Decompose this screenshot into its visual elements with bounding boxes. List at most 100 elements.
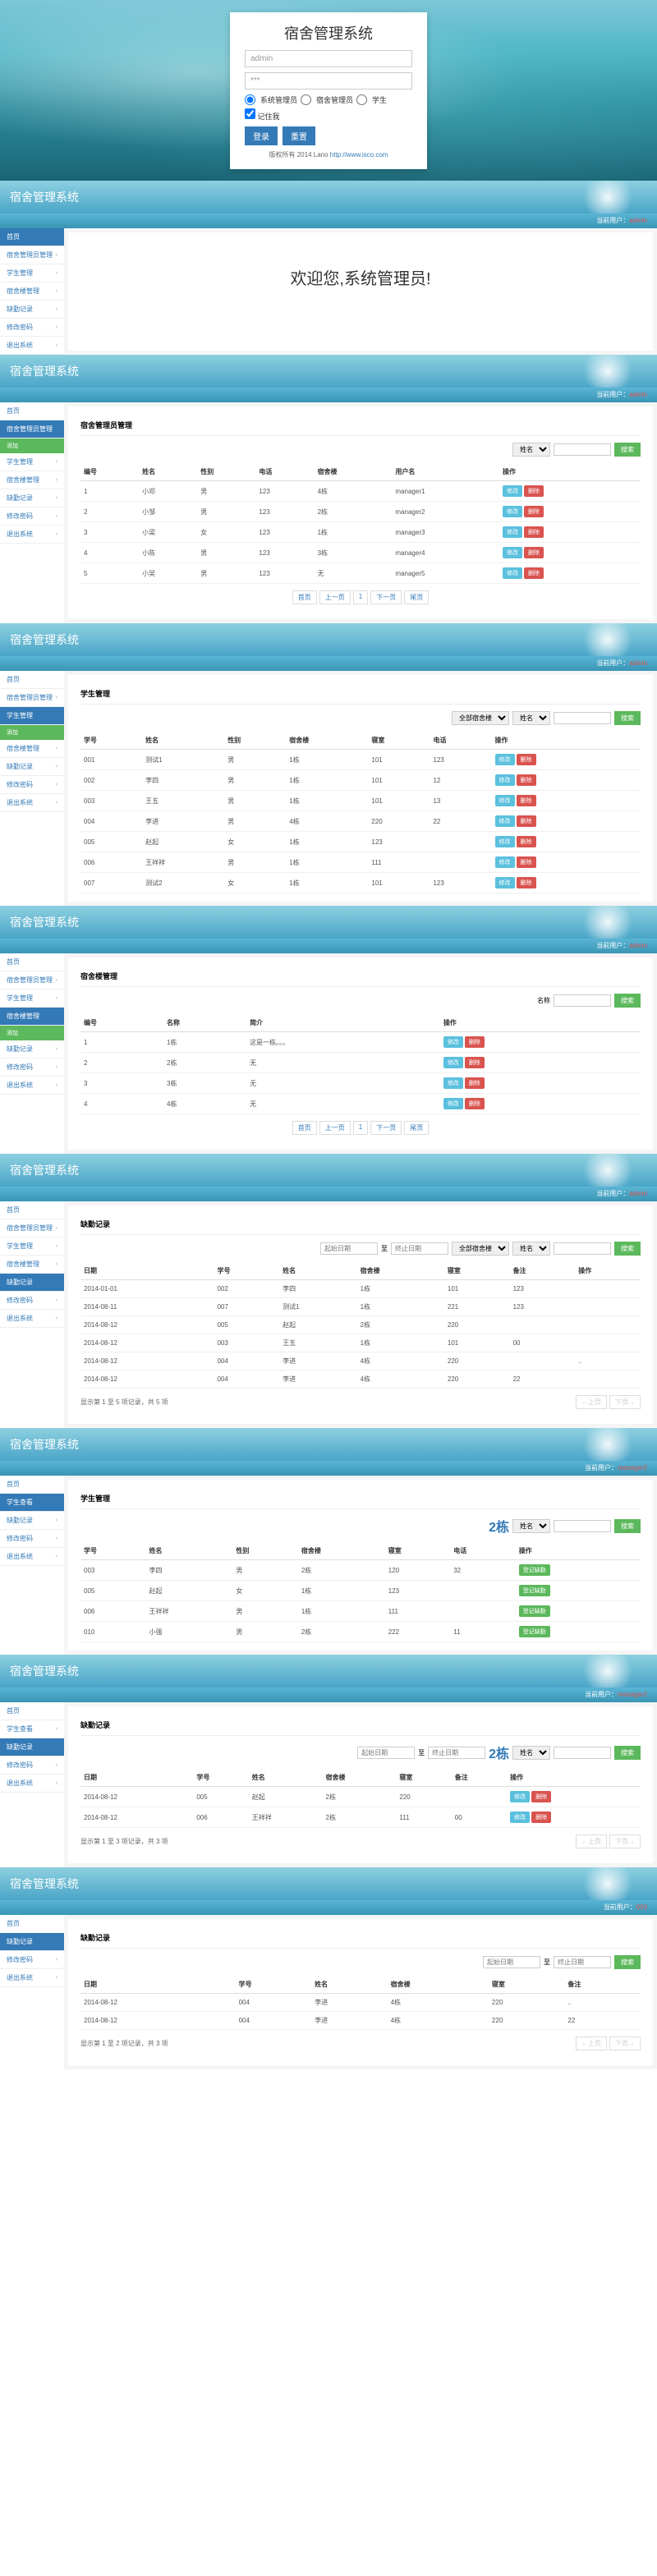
delete-button[interactable]: 删除 [531,1811,551,1823]
date-from-input[interactable] [483,1956,540,1968]
nav-dorm-admin[interactable]: 宿舍管理员管理› [0,971,64,990]
page-link[interactable]: 首页 [292,590,317,604]
nav-logout[interactable]: 退出系统› [0,1969,64,1987]
date-to-input[interactable] [391,1242,448,1255]
delete-button[interactable]: 删除 [517,877,536,889]
register-absence-button[interactable]: 登记缺勤 [519,1626,550,1637]
nav-absence[interactable]: 缺勤记录 [0,1933,64,1951]
nav-student-view[interactable]: 学生查看› [0,1720,64,1738]
search-button[interactable]: 搜索 [614,994,641,1008]
page-link[interactable]: 1 [353,590,368,604]
nav-home[interactable]: 首页 [0,1476,64,1494]
register-absence-button[interactable]: 登记缺勤 [519,1605,550,1617]
nav-dorm-admin[interactable]: 宿舍管理员管理› [0,246,64,264]
delete-button[interactable]: 删除 [524,506,544,517]
nav-home[interactable]: 首页 [0,1915,64,1933]
delete-button[interactable]: 删除 [517,774,536,786]
search-button[interactable]: 搜索 [614,1955,641,1969]
nav-logout[interactable]: 退出系统› [0,1548,64,1566]
nav-home[interactable]: 首页 [0,228,64,246]
filter-select[interactable]: 姓名 [512,711,550,725]
nav-building[interactable]: 宿舍楼管理› [0,1256,64,1274]
nav-password[interactable]: 修改密码› [0,1951,64,1969]
building-select[interactable]: 全部宿舍楼 [452,711,509,725]
page-link[interactable]: 1 [353,1121,368,1135]
role-student[interactable] [356,94,367,105]
delete-button[interactable]: 删除 [517,836,536,847]
edit-button[interactable]: 修改 [510,1791,530,1802]
delete-button[interactable]: 删除 [465,1057,485,1068]
search-button[interactable]: 搜索 [614,1519,641,1533]
nav-student[interactable]: 学生管理› [0,264,64,282]
nav-password[interactable]: 修改密码› [0,319,64,337]
building-select[interactable]: 全部宿舍楼 [452,1242,509,1256]
filter-input[interactable] [554,1242,611,1255]
register-absence-button[interactable]: 登记缺勤 [519,1564,550,1576]
filter-select[interactable]: 姓名 [512,1746,550,1760]
page-link[interactable]: 下一页 [370,1121,402,1135]
date-to-input[interactable] [428,1747,485,1759]
filter-input[interactable] [554,1520,611,1532]
nav-logout[interactable]: 退出系统› [0,794,64,812]
nav-home[interactable]: 首页 [0,953,64,971]
delete-button[interactable]: 删除 [531,1791,551,1802]
date-to-input[interactable] [554,1956,611,1968]
nav-dorm-admin[interactable]: 宿舍管理员管理› [0,689,64,707]
password-input[interactable] [245,72,412,90]
register-absence-button[interactable]: 登记缺勤 [519,1585,550,1596]
filter-input[interactable] [554,443,611,456]
search-button[interactable]: 搜索 [614,1242,641,1256]
edit-button[interactable]: 修改 [503,485,522,497]
edit-button[interactable]: 修改 [495,774,515,786]
delete-button[interactable]: 删除 [465,1077,485,1089]
nav-absence[interactable]: 缺勤记录› [0,301,64,319]
nav-dorm-admin[interactable]: 宿舍管理员管理› [0,1219,64,1237]
nav-logout[interactable]: 退出系统› [0,1077,64,1095]
nav-home[interactable]: 首页 [0,671,64,689]
nav-building[interactable]: 宿舍楼管理› [0,740,64,758]
nav-password[interactable]: 修改密码› [0,1756,64,1775]
nav-student-view[interactable]: 学生查看 [0,1494,64,1512]
filter-select[interactable]: 姓名 [512,1519,550,1533]
nav-add[interactable]: 添加 [0,439,64,453]
edit-button[interactable]: 修改 [495,795,515,806]
delete-button[interactable]: 删除 [465,1036,485,1048]
nav-home[interactable]: 首页 [0,1201,64,1219]
nav-logout[interactable]: 退出系统› [0,1775,64,1793]
delete-button[interactable]: 删除 [517,856,536,868]
prev-page[interactable]: ←上页 [576,1395,607,1409]
edit-button[interactable]: 修改 [495,815,515,827]
edit-button[interactable]: 修改 [495,754,515,765]
date-from-input[interactable] [320,1242,378,1255]
edit-button[interactable]: 修改 [443,1036,463,1048]
reset-button[interactable]: 重置 [283,126,315,145]
nav-add[interactable]: 添加 [0,1026,64,1040]
delete-button[interactable]: 删除 [517,815,536,827]
delete-button[interactable]: 删除 [465,1098,485,1109]
nav-building[interactable]: 宿舍楼管理› [0,471,64,489]
delete-button[interactable]: 删除 [524,485,544,497]
edit-button[interactable]: 修改 [443,1077,463,1089]
nav-student[interactable]: 学生管理› [0,453,64,471]
nav-home[interactable]: 首页 [0,1702,64,1720]
nav-password[interactable]: 修改密码› [0,507,64,526]
username-input[interactable] [245,50,412,67]
page-link[interactable]: 上一页 [319,1121,351,1135]
delete-button[interactable]: 删除 [524,526,544,538]
role-sysadmin[interactable] [245,94,255,105]
nav-absence[interactable]: 缺勤记录› [0,489,64,507]
nav-logout[interactable]: 退出系统› [0,1310,64,1328]
search-button[interactable]: 搜索 [614,711,641,725]
delete-button[interactable]: 删除 [524,547,544,558]
nav-password[interactable]: 修改密码› [0,1058,64,1077]
edit-button[interactable]: 修改 [503,567,522,579]
nav-logout[interactable]: 退出系统› [0,526,64,544]
filter-select[interactable]: 姓名 [512,443,550,457]
date-from-input[interactable] [357,1747,415,1759]
nav-absence[interactable]: 缺勤记录› [0,758,64,776]
search-button[interactable]: 搜索 [614,1746,641,1760]
edit-button[interactable]: 修改 [443,1098,463,1109]
nav-absence[interactable]: 缺勤记录› [0,1040,64,1058]
nav-logout[interactable]: 退出系统› [0,337,64,355]
nav-student[interactable]: 学生管理› [0,990,64,1008]
